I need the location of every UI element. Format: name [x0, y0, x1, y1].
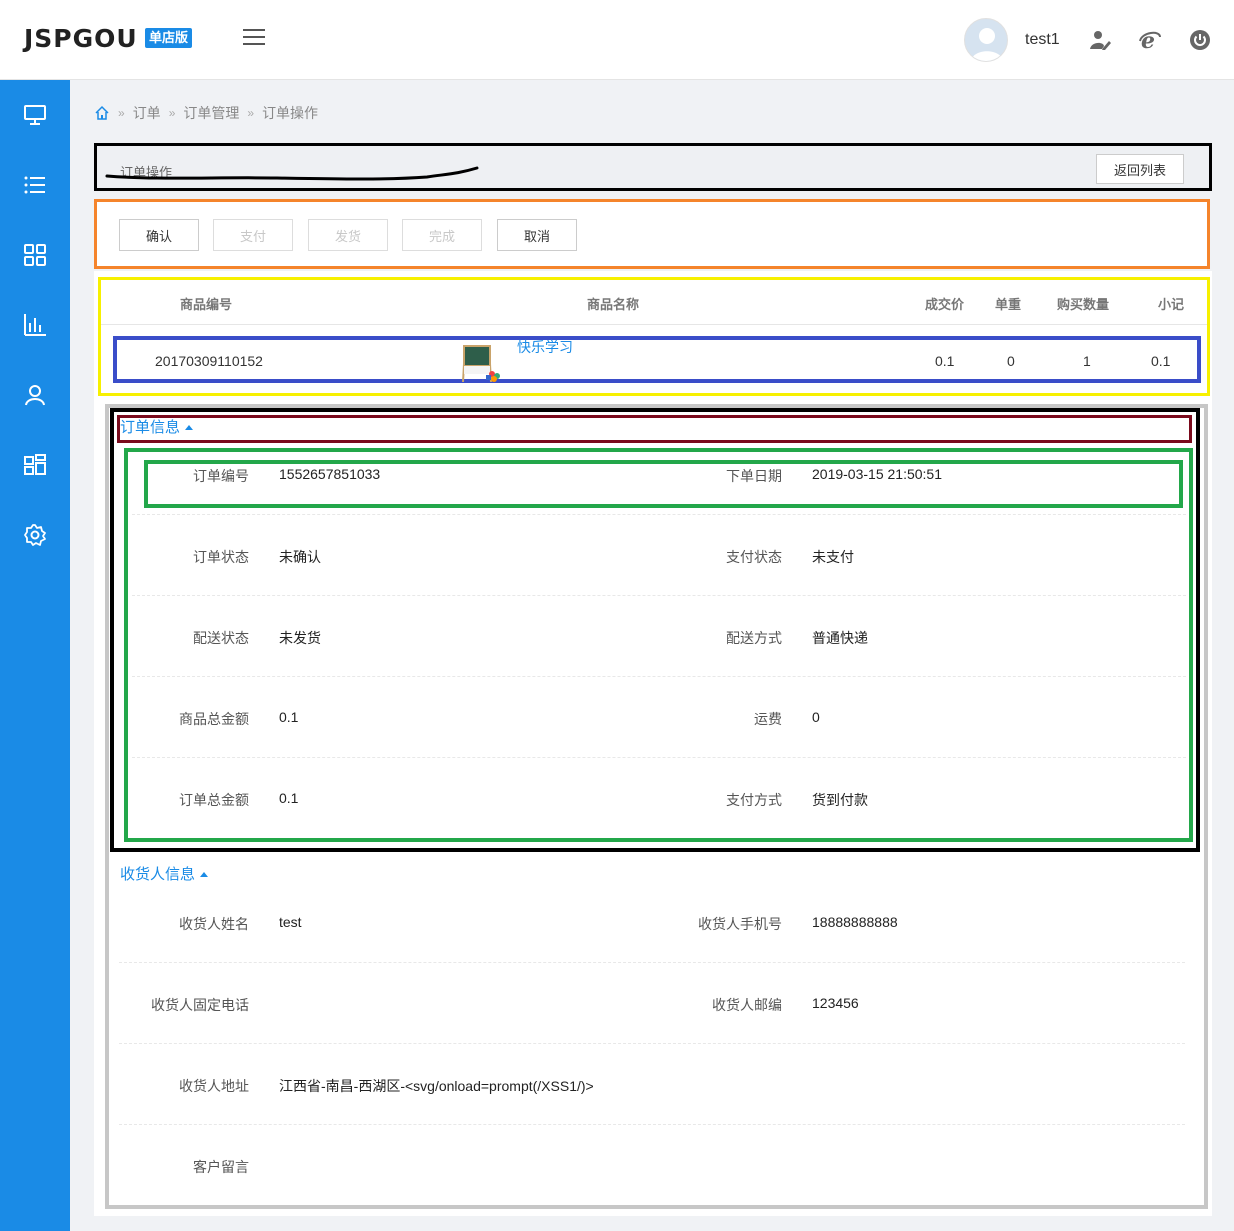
receiver-zip-label: 收货人邮编	[712, 997, 782, 1013]
order-status-label: 订单状态	[193, 549, 249, 565]
order-total-label: 订单总金额	[179, 792, 249, 808]
table-row: 20170309110152 快乐学习 0.1 0 1 0.1	[113, 336, 1201, 383]
receiver-phone-label: 收货人固定电话	[151, 997, 249, 1013]
product-subtotal: 0.1	[1151, 353, 1171, 369]
confirm-button[interactable]: 确认	[119, 219, 199, 251]
column-header: 购买数量	[1057, 297, 1110, 312]
power-icon[interactable]	[1188, 28, 1212, 52]
breadcrumb-item-order-management[interactable]: 订单管理	[183, 103, 239, 123]
shipping-status-label: 配送状态	[193, 630, 249, 646]
payment-method-label: 支付方式	[726, 792, 782, 808]
breadcrumb-separator: »	[118, 106, 125, 120]
caret-up-icon	[200, 871, 209, 877]
product-table: 商品编号 商品名称 成交价 单重 购买数量 小记 20170309110152 …	[98, 277, 1210, 396]
row-divider	[119, 962, 1185, 963]
column-header: 单重	[995, 297, 1022, 312]
dashboard-icon	[24, 454, 46, 475]
column-header: 成交价	[925, 297, 965, 312]
shipping-method-value: 普通快递	[812, 630, 868, 646]
order-number-label: 订单编号	[193, 468, 249, 484]
row-divider	[119, 1124, 1185, 1125]
product-name-link[interactable]: 快乐学习	[517, 337, 573, 357]
username[interactable]: test1	[1025, 31, 1060, 49]
goods-total-label: 商品总金额	[179, 711, 249, 727]
list-icon	[24, 176, 45, 194]
breadcrumb-item-order-operation: 订单操作	[262, 105, 319, 121]
ie-browser-icon[interactable]: e	[1138, 28, 1162, 54]
product-weight: 0	[1007, 353, 1015, 369]
sidebar-item-chart[interactable]	[0, 290, 70, 360]
home-icon[interactable]	[94, 105, 110, 121]
sidebar-item-dashboard[interactable]	[0, 430, 70, 500]
sidebar-item-user[interactable]	[0, 360, 70, 430]
product-thumbnail[interactable]	[459, 340, 503, 384]
order-status-value: 未确认	[279, 549, 321, 565]
panel-title-bar: 订单操作 返回列表	[94, 143, 1212, 191]
receiver-address-label: 收货人地址	[179, 1078, 249, 1094]
edition-badge: 单店版	[145, 28, 193, 48]
grid-icon	[24, 244, 46, 266]
column-header: 小记	[1158, 297, 1185, 312]
payment-status-label: 支付状态	[726, 549, 782, 565]
receiver-name-label: 收货人姓名	[179, 916, 249, 932]
receiver-info-title: 收货人信息	[120, 866, 196, 883]
order-date-label: 下单日期	[726, 468, 782, 484]
receiver-address-value: 江西省-南昌-西湖区-<svg/onload=prompt(/XSS1/)>	[279, 1078, 594, 1094]
receiver-zip-value: 123456	[812, 995, 859, 1011]
user-avatar-icon[interactable]	[964, 18, 1008, 62]
row-divider	[132, 676, 1186, 677]
sidebar	[0, 80, 70, 1231]
customer-message-label: 客户留言	[193, 1159, 249, 1175]
order-info-title-highlight	[117, 415, 1192, 443]
logo: JSPGOU	[24, 24, 138, 53]
gear-icon	[24, 524, 46, 546]
column-header: 商品编号	[180, 297, 233, 312]
column-header: 商品名称	[587, 297, 640, 312]
receiver-mobile-label: 收货人手机号	[698, 916, 782, 932]
receiver-info-toggle[interactable]: 收货人信息	[120, 863, 209, 884]
payment-method-value: 货到付款	[812, 792, 868, 808]
breadcrumb-separator: »	[247, 106, 255, 120]
svg-text:e: e	[1141, 28, 1155, 52]
pay-button[interactable]: 支付	[213, 219, 293, 251]
receiver-name-value: test	[279, 914, 302, 930]
goods-total-value: 0.1	[279, 709, 299, 725]
product-price: 0.1	[935, 353, 955, 369]
row-divider	[119, 1043, 1185, 1044]
redaction-scribble	[105, 166, 479, 181]
monitor-icon	[24, 105, 46, 125]
sidebar-item-monitor[interactable]	[0, 80, 70, 150]
breadcrumb: » 订单 » 订单管理 » 订单操作	[94, 103, 318, 123]
freight-label: 运费	[754, 711, 782, 727]
sidebar-item-list[interactable]	[0, 150, 70, 220]
hamburger-icon[interactable]	[243, 29, 265, 49]
complete-button[interactable]: 完成	[402, 219, 482, 251]
back-to-list-button[interactable]: 返回列表	[1096, 154, 1184, 184]
row-divider	[132, 514, 1186, 515]
shipping-status-value: 未发货	[279, 630, 321, 646]
order-action-bar: 确认 支付 发货 完成 取消	[94, 199, 1210, 269]
order-number-value: 1552657851033	[279, 466, 381, 482]
payment-status-value: 未支付	[812, 549, 854, 565]
order-date-value: 2019-03-15 21:50:51	[812, 466, 942, 482]
shipping-method-label: 配送方式	[726, 630, 782, 646]
product-quantity: 1	[1083, 353, 1091, 369]
bar-chart-icon	[24, 314, 46, 336]
product-code: 20170309110152	[155, 353, 263, 369]
user-icon	[25, 385, 45, 406]
order-total-value: 0.1	[279, 790, 299, 806]
receiver-mobile-value: 18888888888	[812, 914, 898, 930]
ship-button[interactable]: 发货	[308, 219, 388, 251]
table-header: 商品编号 商品名称 成交价 单重 购买数量 小记	[101, 280, 1207, 325]
freight-value: 0	[812, 709, 820, 725]
top-header: JSPGOU 单店版 test1 e	[0, 0, 1234, 80]
user-edit-icon[interactable]	[1088, 28, 1112, 52]
breadcrumb-item-order[interactable]: 订单	[133, 103, 161, 123]
cancel-button[interactable]: 取消	[497, 219, 577, 251]
row-divider	[132, 595, 1186, 596]
row-divider	[132, 757, 1186, 758]
sidebar-item-settings[interactable]	[0, 500, 70, 570]
breadcrumb-separator: »	[168, 106, 176, 120]
sidebar-item-grid[interactable]	[0, 220, 70, 290]
